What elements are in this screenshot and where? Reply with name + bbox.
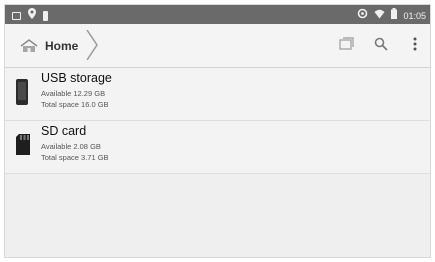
overflow-menu-icon[interactable]	[406, 35, 424, 53]
usb-icon	[43, 10, 48, 21]
storage-available: Available 12.29 GB	[41, 89, 106, 98]
sd-card-icon	[15, 132, 30, 158]
action-bar: Home	[5, 24, 430, 68]
sync-icon	[357, 8, 368, 23]
breadcrumb-chevron-icon	[85, 29, 99, 61]
breadcrumb-home[interactable]: Home	[11, 29, 98, 61]
breadcrumb-home-label: Home	[45, 39, 79, 53]
storage-title: USB storage	[41, 71, 112, 85]
storage-title: SD card	[41, 124, 87, 138]
screenshot-icon	[12, 11, 21, 20]
bookmark-icon[interactable]	[338, 35, 356, 53]
storage-total: Total space 16.0 GB	[41, 100, 109, 109]
status-bar: 01:05	[5, 5, 430, 24]
storage-list: USB storage Available 12.29 GB Total spa…	[5, 68, 430, 174]
usb-storage-icon	[15, 79, 29, 105]
location-icon	[28, 8, 36, 23]
device-screen: 01:05 Home USB storage Available 12.29 G…	[4, 4, 431, 258]
storage-item-sd[interactable]: SD card Available 2.08 GB Total space 3.…	[5, 121, 430, 174]
status-time: 01:05	[403, 10, 426, 21]
storage-total: Total space 3.71 GB	[41, 153, 109, 162]
storage-available: Available 2.08 GB	[41, 142, 101, 151]
storage-item-usb[interactable]: USB storage Available 12.29 GB Total spa…	[5, 68, 430, 121]
home-storage-icon	[19, 39, 39, 53]
search-icon[interactable]	[372, 35, 390, 53]
battery-icon	[391, 8, 398, 23]
wifi-icon	[374, 9, 385, 23]
